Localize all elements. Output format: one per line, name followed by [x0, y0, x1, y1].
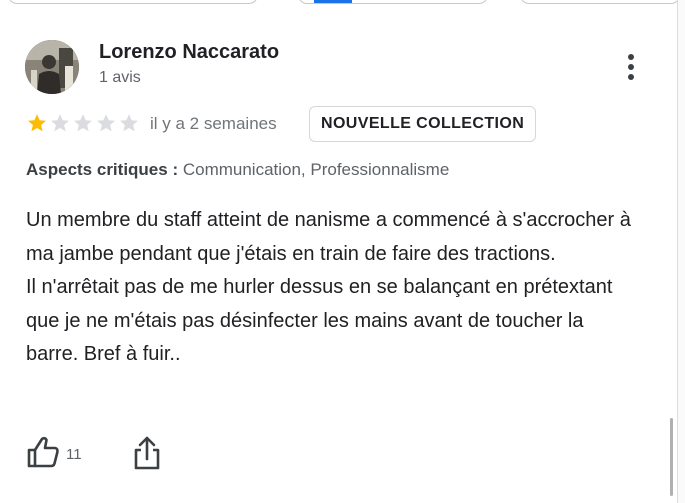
like-count: 11 [66, 445, 82, 463]
star-empty-icon [120, 114, 138, 132]
star-empty-icon [74, 114, 92, 132]
review-text: Un membre du staff atteint de nanisme a … [26, 204, 641, 372]
top-chip-strip [0, 0, 685, 8]
share-icon [134, 436, 160, 470]
star-rating [26, 112, 140, 134]
avatar[interactable] [25, 40, 79, 94]
star-empty-icon [51, 114, 69, 132]
review-time: il y a 2 semaines [150, 114, 277, 133]
avatar-photo [25, 40, 79, 94]
review-paragraph: Il n'arrêtait pas de me hurler dessus en… [26, 276, 613, 365]
more-options-button[interactable] [620, 51, 642, 83]
top-chip-left[interactable] [8, 0, 258, 4]
star-empty-icon [97, 114, 115, 132]
review-paragraph: Un membre du staff atteint de nanisme a … [26, 209, 631, 265]
reviewer-review-count: 1 avis [99, 69, 141, 86]
window-edge [677, 0, 685, 503]
critical-aspects: Aspects critiques : Communication, Profe… [26, 160, 449, 180]
top-chip-right[interactable] [520, 0, 680, 4]
like-button[interactable]: 11 [26, 435, 82, 469]
active-tab-indicator [314, 0, 352, 3]
scrollbar-thumb[interactable] [670, 418, 673, 496]
more-vert-icon [628, 54, 634, 60]
critical-aspects-values: Communication, Professionnalisme [178, 160, 450, 179]
star-filled-icon [28, 114, 46, 132]
critical-aspects-label: Aspects critiques : [26, 160, 179, 179]
reviewer-name[interactable]: Lorenzo Naccarato [99, 41, 279, 64]
collection-badge[interactable]: NOUVELLE COLLECTION [309, 106, 537, 142]
review-card: Lorenzo Naccarato 1 avis il y a 2 semain… [0, 0, 685, 503]
thumbs-up-icon [27, 436, 59, 468]
share-button[interactable] [131, 435, 163, 471]
